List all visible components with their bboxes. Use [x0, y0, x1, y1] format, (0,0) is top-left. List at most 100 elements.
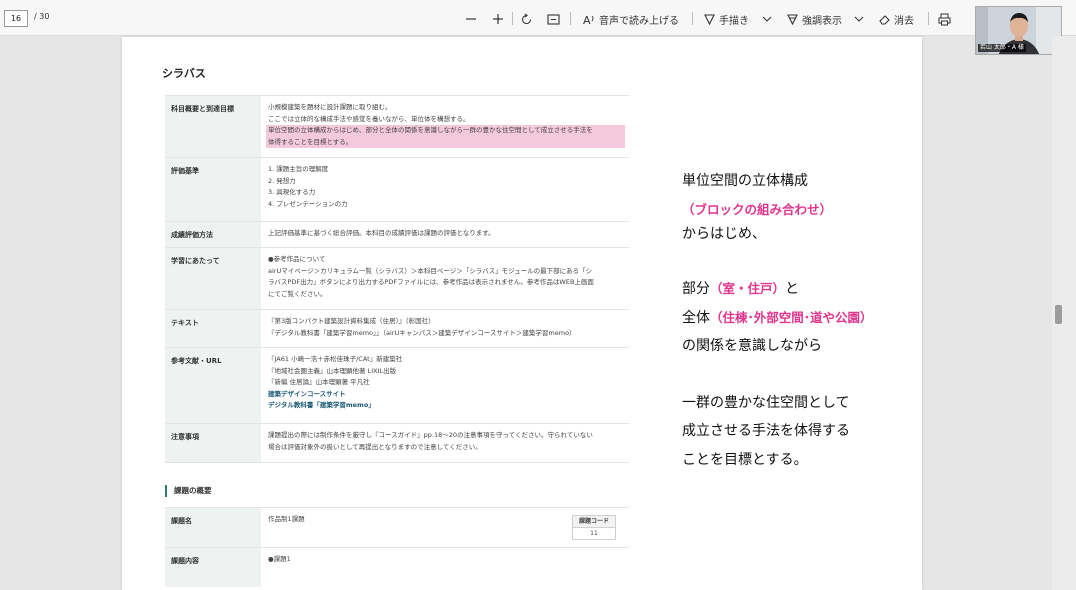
- print-button[interactable]: [938, 10, 951, 28]
- annotation-line: 単位空間の立体構成: [682, 173, 808, 189]
- annotation-text: と: [785, 281, 800, 297]
- row-text: 課題提出の際には制作条件を厳守し『コースガイド』pp.18～20の注意事項を守っ…: [268, 431, 593, 439]
- read-aloud-button[interactable]: A 音声で読み上げる: [583, 10, 679, 28]
- digital-textbook-link[interactable]: デジタル教科書「建築学習memo」: [268, 400, 625, 412]
- row-text: ここでは立体的な構成手法や感覚を養いながら、単位体を構想する。: [268, 114, 470, 123]
- toolbar-divider: [692, 12, 693, 25]
- row-text: 『JA61 小嶋一浩＋赤松佳珠子/CAt』新建築社: [268, 355, 403, 363]
- rotate-button[interactable]: [520, 10, 533, 28]
- row-text: にてご覧ください。: [268, 289, 327, 298]
- row-label: テキスト: [171, 319, 199, 327]
- row-text: 4. プレゼンテーションの力: [268, 199, 348, 208]
- page-number-input[interactable]: 16: [4, 10, 28, 27]
- row-text: ●課題1: [268, 555, 291, 563]
- draw-label: 手描き: [719, 15, 749, 27]
- fit-page-icon: [547, 13, 560, 25]
- draw-pen-icon: [704, 13, 715, 25]
- table-row: 課題内容 ●課題1: [165, 547, 629, 587]
- syllabus-heading: シラバス: [162, 67, 206, 80]
- row-label-cell: 評価基準: [165, 158, 261, 221]
- row-content: 上記評価基準に基づく総合評価。本科目の成績評価は課題の評価となります。: [268, 228, 625, 240]
- scrollbar-thumb[interactable]: [1055, 305, 1062, 324]
- svg-text:A: A: [583, 14, 591, 26]
- annotation-line: からはじめ、: [682, 226, 766, 242]
- pdf-toolbar: 16 / 30 A 音声で読み上げる 手描き 強調表示 消去: [0, 0, 1076, 36]
- table-row: 注意事項 課題提出の際には制作条件を厳守し『コースガイド』pp.18～20の注意…: [165, 423, 629, 463]
- row-label: 成績評価方法: [171, 231, 213, 239]
- table-row: 学習にあたって ●参考作品について airUマイページ＞カリキュラム一覧（シラバ…: [165, 247, 629, 309]
- row-text: 『新編 住居論』山本理顕著 平凡社: [268, 378, 370, 386]
- highlight-button[interactable]: 強調表示: [786, 10, 842, 28]
- table-row: テキスト 『第3版コンパクト建築設計資料集成〈住居〉』（彰国社） 『デジタル教科…: [165, 309, 629, 347]
- toolbar-divider: [570, 12, 571, 25]
- annotation-pink-text: （室・住戸）: [710, 281, 786, 296]
- row-label: 学習にあたって: [171, 257, 220, 265]
- minus-icon: [466, 18, 476, 20]
- read-aloud-label: 音声で読み上げる: [599, 15, 679, 27]
- annotation-line: 成立させる手法を体得する: [682, 423, 850, 439]
- table-row: 参考文献・URL 『JA61 小嶋一浩＋赤松佳珠子/CAt』新建築社 『地域社会…: [165, 347, 629, 423]
- row-content: ●課題1: [268, 554, 625, 566]
- draw-button[interactable]: 手描き: [703, 10, 749, 28]
- course-site-link[interactable]: 建築デザインコースサイト: [268, 389, 625, 401]
- read-aloud-icon: A: [583, 14, 594, 26]
- highlight-options-dropdown[interactable]: [854, 10, 864, 28]
- row-content: 『JA61 小嶋一浩＋赤松佳珠子/CAt』新建築社 『地域社会圏主義』山本理顕他…: [268, 354, 625, 412]
- row-label: 課題名: [171, 517, 192, 525]
- row-text: ラバスPDF出力」ボタンにより出力するPDFファイルには、参考作品は表示されませ…: [268, 278, 594, 286]
- row-text: 1. 課題主旨の理解度: [268, 165, 329, 173]
- table-row: 評価基準 1. 課題主旨の理解度 2. 発想力 3. 具現化する力 4. プレゼ…: [165, 157, 629, 221]
- row-content: 1. 課題主旨の理解度 2. 発想力 3. 具現化する力 4. プレゼンテーショ…: [268, 164, 625, 210]
- erase-button[interactable]: 消去: [878, 10, 914, 28]
- row-text: 小規模建築を題材に設計課題に取り組む。: [268, 103, 392, 111]
- zoom-in-button[interactable]: [492, 10, 504, 28]
- row-label: 評価基準: [171, 167, 199, 175]
- fit-page-button[interactable]: [547, 10, 560, 28]
- row-label-cell: 課題内容: [165, 548, 261, 587]
- row-label-cell: 科目概要と到達目標: [165, 96, 261, 157]
- row-label-cell: 注意事項: [165, 424, 261, 462]
- pdf-page: シラバス 科目概要と到達目標 小規模建築を題材に設計課題に取り組む。 ここでは立…: [122, 37, 922, 590]
- eraser-icon: [879, 14, 890, 25]
- row-label-cell: 学習にあたって: [165, 248, 261, 309]
- highlighter-icon: [787, 13, 798, 25]
- toolbar-divider: [512, 12, 513, 25]
- plus-icon: [493, 14, 503, 24]
- row-text: airUマイページ＞カリキュラム一覧（シラバス）＞本科目ページ＞「シラバス」モジ…: [268, 266, 593, 275]
- highlighted-text: 単位空間の立体構成からはじめ、部分と全体の関係を意識しながら一群の豊かな住空間と…: [266, 125, 625, 137]
- assignment-code-box: 課題コード 11: [572, 515, 616, 540]
- page-total: / 30: [34, 12, 50, 21]
- highlight-label: 強調表示: [802, 15, 842, 27]
- row-content: 『第3版コンパクト建築設計資料集成〈住居〉』（彰国社） 『デジタル教科書「建築学…: [268, 316, 625, 339]
- annotation-line: ことを目標とする。: [682, 452, 808, 468]
- code-header: 課題コード: [573, 516, 615, 528]
- annotation-pink-line: （ブロックの組み合わせ）: [682, 202, 833, 217]
- code-value: 11: [590, 530, 598, 537]
- toolbar-divider: [928, 12, 929, 25]
- row-label: 注意事項: [171, 433, 199, 441]
- row-label-cell: テキスト: [165, 310, 261, 347]
- annotation-line: 全体（住棟･外部空間･道や公園）: [682, 307, 873, 327]
- webcam-video: 若山 太郎・A 様: [975, 6, 1062, 55]
- row-text: 『第3版コンパクト建築設計資料集成〈住居〉』（彰国社）: [268, 317, 435, 325]
- printer-icon: [938, 13, 951, 25]
- row-content: 小規模建築を題材に設計課題に取り組む。 ここでは立体的な構成手法や感覚を養いなが…: [266, 102, 625, 148]
- row-label: 参考文献・URL: [171, 357, 222, 365]
- row-text: ●参考作品について: [268, 255, 326, 263]
- annotation-line: 一群の豊かな住空間として: [682, 395, 850, 411]
- row-text: 『地域社会圏主義』山本理顕他著 LIXIL出版: [268, 366, 397, 375]
- table-row: 成績評価方法 上記評価基準に基づく総合評価。本科目の成績評価は課題の評価となりま…: [165, 221, 629, 247]
- row-text: 上記評価基準に基づく総合評価。本科目の成績評価は課題の評価となります。: [268, 229, 495, 237]
- row-label: 課題内容: [171, 557, 199, 565]
- row-label-cell: 参考文献・URL: [165, 348, 261, 423]
- zoom-out-button[interactable]: [465, 10, 477, 28]
- table-row: 科目概要と到達目標 小規模建築を題材に設計課題に取り組む。 ここでは立体的な構成…: [165, 95, 629, 157]
- row-text: 場合は評価対象外の扱いとして再提出となりますので注意してください。: [268, 442, 482, 451]
- chevron-down-icon: [854, 16, 864, 22]
- erase-label: 消去: [894, 15, 914, 27]
- row-label-cell: 課題名: [165, 508, 261, 547]
- row-label-cell: 成績評価方法: [165, 222, 261, 247]
- draw-options-dropdown[interactable]: [762, 10, 772, 28]
- table-row: 課題名 作品制1課題: [165, 507, 629, 547]
- assignment-section-heading: 課題の概要: [165, 485, 212, 497]
